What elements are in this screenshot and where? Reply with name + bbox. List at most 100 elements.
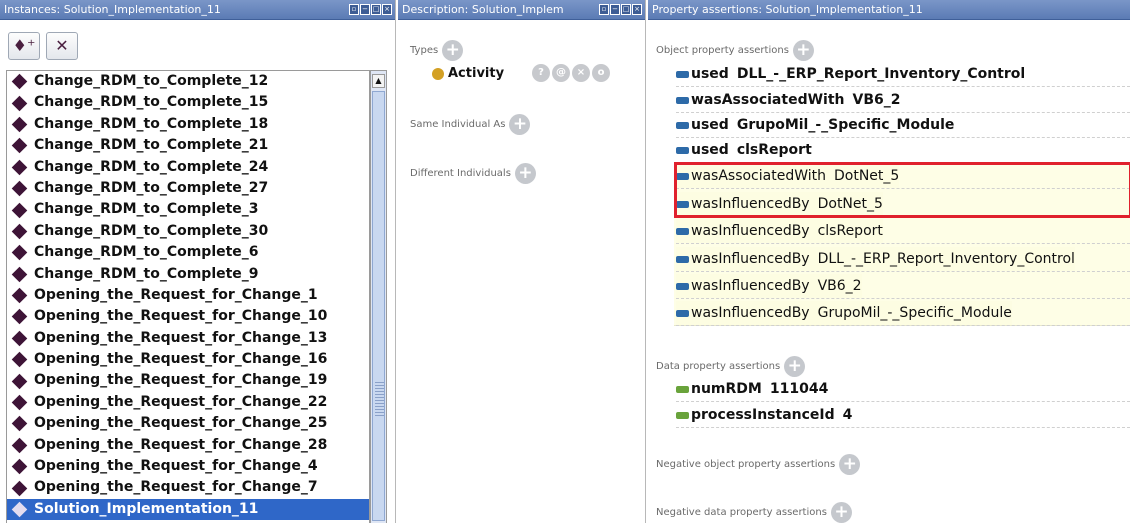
minimize-icon[interactable]: − bbox=[610, 4, 620, 15]
close-icon[interactable]: × bbox=[382, 4, 392, 15]
object-property-icon bbox=[676, 121, 689, 129]
scroll-thumb[interactable] bbox=[372, 91, 385, 521]
assertion-value: DLL_-_ERP_Report_Inventory_Control bbox=[736, 66, 1026, 82]
individual-diamond-icon bbox=[11, 351, 28, 368]
instance-list-item[interactable]: Change_RDM_to_Complete_30 bbox=[7, 221, 369, 242]
instance-label: Change_RDM_to_Complete_12 bbox=[34, 73, 269, 89]
object-property-assertion[interactable]: used DLL_-_ERP_Report_Inventory_Control bbox=[676, 62, 1025, 86]
instance-list-item[interactable]: Opening_the_Request_for_Change_22 bbox=[7, 392, 369, 413]
instance-list-item[interactable]: Opening_the_Request_for_Change_4 bbox=[7, 456, 369, 477]
add-negative-data-icon[interactable]: + bbox=[830, 502, 852, 523]
individual-diamond-icon bbox=[11, 223, 28, 240]
remove-icon[interactable]: × bbox=[572, 64, 590, 82]
instance-list-item[interactable]: Change_RDM_to_Complete_9 bbox=[7, 264, 369, 285]
data-property-section: Data property assertions + bbox=[656, 356, 806, 377]
data-property-assertion[interactable]: numRDM 111044 bbox=[676, 377, 828, 401]
instance-list-item[interactable]: Change_RDM_to_Complete_18 bbox=[7, 114, 369, 135]
maximize-icon[interactable]: □ bbox=[621, 4, 631, 15]
add-object-property-icon[interactable]: + bbox=[792, 40, 814, 61]
assertion-value: VB6_2 bbox=[852, 92, 901, 108]
add-type-icon[interactable]: + bbox=[442, 40, 464, 61]
annotate-icon[interactable]: @ bbox=[552, 64, 570, 82]
object-property-assertion[interactable]: wasInfluencedBy GrupoMil_-_Specific_Modul… bbox=[676, 301, 1012, 325]
object-property-icon bbox=[676, 255, 689, 263]
instance-label: Change_RDM_to_Complete_15 bbox=[34, 94, 269, 111]
restore-icon[interactable]: ▫ bbox=[599, 4, 609, 15]
individual-diamond-icon bbox=[11, 330, 28, 347]
instance-label: Change_RDM_to_Complete_6 bbox=[34, 244, 259, 261]
instance-list-item[interactable]: Change_RDM_to_Complete_27 bbox=[7, 178, 369, 199]
instance-list-item[interactable]: Opening_the_Request_for_Change_28 bbox=[7, 435, 369, 456]
object-property-assertion[interactable]: used clsReport bbox=[676, 138, 812, 162]
instance-list-item[interactable]: Opening_the_Request_for_Change_25 bbox=[7, 413, 369, 434]
instance-list-item[interactable]: Opening_the_Request_for_Change_7 bbox=[7, 477, 369, 498]
description-panel: Description: Solution_Implem ▫ − □ × Typ… bbox=[398, 0, 646, 523]
diamond-delete-icon: ✕ bbox=[55, 36, 69, 55]
instance-label: Opening_the_Request_for_Change_19 bbox=[34, 372, 328, 389]
explain-icon[interactable]: ? bbox=[532, 64, 550, 82]
add-individual-button[interactable]: ♦⁺ bbox=[8, 32, 40, 60]
assertion-property: processInstanceId bbox=[691, 407, 835, 423]
add-same-individual-icon[interactable]: + bbox=[509, 114, 531, 135]
type-value: Activity bbox=[448, 66, 505, 81]
maximize-icon[interactable]: □ bbox=[371, 4, 381, 15]
individual-diamond-icon bbox=[11, 202, 28, 218]
delete-individual-button[interactable]: ✕ bbox=[46, 32, 78, 60]
instance-list-item[interactable]: Change_RDM_to_Complete_15 bbox=[7, 92, 369, 113]
object-property-icon bbox=[676, 282, 689, 290]
instances-titlebar: Instances: Solution_Implementation_11 ▫ … bbox=[0, 0, 395, 20]
restore-icon[interactable]: ▫ bbox=[349, 4, 359, 15]
assertion-property: numRDM bbox=[691, 381, 762, 397]
instance-list-item[interactable]: Change_RDM_to_Complete_24 bbox=[7, 157, 369, 178]
individual-diamond-icon bbox=[11, 458, 28, 475]
assertion-property: wasInfluencedBy bbox=[691, 196, 810, 212]
scroll-up-arrow-icon[interactable]: ▲ bbox=[372, 74, 385, 88]
close-icon[interactable]: × bbox=[632, 4, 642, 15]
instance-list-item[interactable]: Change_RDM_to_Complete_12 bbox=[7, 71, 369, 92]
object-property-assertion[interactable]: wasAssociatedWith DotNet_5 bbox=[676, 164, 900, 188]
instance-list-item[interactable]: Change_RDM_to_Complete_6 bbox=[7, 242, 369, 263]
object-property-assertion[interactable]: wasInfluencedBy clsReport bbox=[676, 219, 883, 243]
assertion-property: wasInfluencedBy bbox=[691, 251, 810, 267]
row-divider bbox=[676, 325, 1130, 326]
instance-list-item[interactable]: Opening_the_Request_for_Change_13 bbox=[7, 328, 369, 349]
instance-list-item[interactable]: Opening_the_Request_for_Change_1 bbox=[7, 285, 369, 306]
individual-diamond-icon bbox=[11, 245, 28, 261]
data-property-assertion[interactable]: processInstanceId 4 bbox=[676, 403, 852, 427]
instance-list-item[interactable]: Solution_Implementation_11 bbox=[7, 498, 369, 521]
object-property-assertion[interactable]: used GrupoMil_-_Specific_Module bbox=[676, 113, 954, 137]
scroll-grip bbox=[375, 382, 384, 416]
assertion-value: clsReport bbox=[736, 142, 812, 158]
add-data-property-icon[interactable]: + bbox=[784, 356, 806, 377]
individual-diamond-icon bbox=[11, 309, 28, 325]
type-entry[interactable]: Activity bbox=[432, 66, 504, 81]
minimize-icon[interactable]: − bbox=[360, 4, 370, 15]
instance-label: Change_RDM_to_Complete_21 bbox=[34, 137, 269, 154]
edit-icon[interactable]: o bbox=[592, 64, 610, 82]
instance-list-item[interactable]: Change_RDM_to_Complete_3 bbox=[7, 199, 369, 220]
instance-list-scrollbar[interactable]: ▲ bbox=[370, 70, 387, 523]
instance-label: Change_RDM_to_Complete_3 bbox=[34, 201, 259, 218]
individual-diamond-icon bbox=[11, 373, 28, 389]
description-titlebar: Description: Solution_Implem ▫ − □ × bbox=[398, 0, 645, 20]
row-divider bbox=[676, 162, 1130, 163]
add-different-individual-icon[interactable]: + bbox=[514, 163, 536, 184]
object-property-icon bbox=[676, 70, 689, 78]
add-negative-object-icon[interactable]: + bbox=[839, 454, 861, 475]
instance-list-item[interactable]: Opening_the_Request_for_Change_10 bbox=[7, 306, 369, 327]
instances-toolbar: ♦⁺ ✕ bbox=[0, 22, 395, 68]
object-property-assertion[interactable]: wasInfluencedBy DotNet_5 bbox=[676, 192, 883, 216]
assertion-property: wasAssociatedWith bbox=[691, 92, 845, 108]
object-property-assertion[interactable]: wasInfluencedBy DLL_-_ERP_Report_Inventor… bbox=[676, 247, 1075, 271]
instance-list-item[interactable]: Opening_the_Request_for_Change_16 bbox=[7, 349, 369, 370]
property-title: Property assertions: Solution_Implementa… bbox=[652, 3, 923, 16]
assertion-value: VB6_2 bbox=[817, 278, 862, 294]
object-property-assertion[interactable]: wasInfluencedBy VB6_2 bbox=[676, 274, 862, 298]
instance-list-item[interactable]: Change_RDM_to_Complete_21 bbox=[7, 135, 369, 156]
window-buttons: ▫ − □ × bbox=[599, 4, 642, 15]
property-titlebar: Property assertions: Solution_Implementa… bbox=[648, 0, 1130, 20]
window-buttons: ▫ − □ × bbox=[349, 4, 392, 15]
object-property-assertion[interactable]: wasAssociatedWith VB6_2 bbox=[676, 88, 901, 112]
individual-diamond-icon bbox=[11, 266, 28, 282]
instance-list-item[interactable]: Opening_the_Request_for_Change_19 bbox=[7, 370, 369, 391]
